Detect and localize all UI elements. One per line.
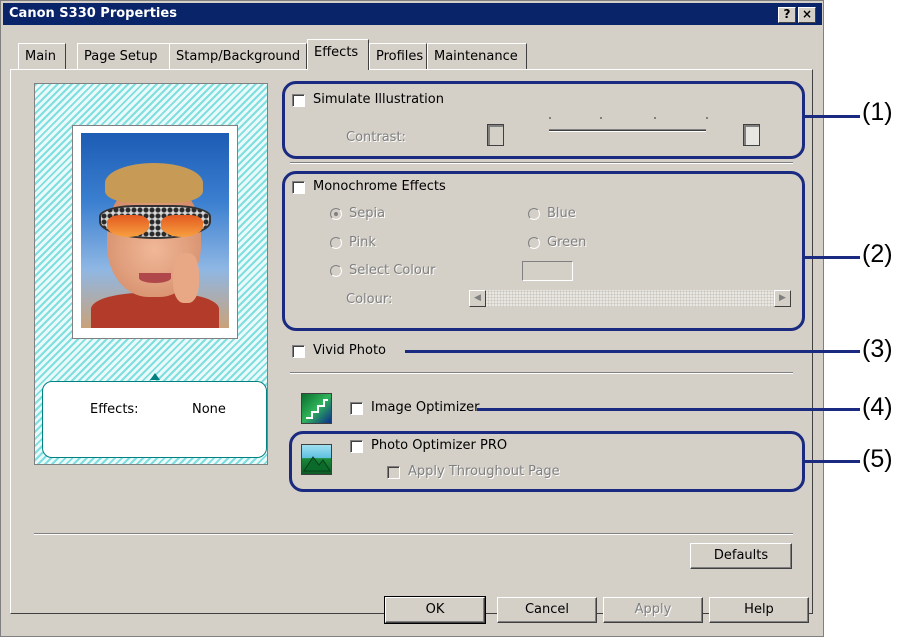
image-optimizer-checkbox[interactable] [350, 402, 363, 415]
effects-summary-label: Effects: [90, 402, 139, 417]
tab-stamp-background[interactable]: Stamp/Background [169, 43, 307, 69]
divider [290, 162, 793, 164]
cancel-button[interactable]: Cancel [497, 597, 597, 623]
callout-label-2: (2) [862, 240, 893, 268]
callout-box-2 [282, 171, 805, 331]
callout-label-3: (3) [862, 335, 893, 363]
callout-label-4: (4) [862, 393, 893, 421]
tab-profiles[interactable]: Profiles [369, 43, 427, 69]
window-title: Canon S330 Properties [9, 6, 177, 21]
tab-effects[interactable]: Effects [307, 39, 369, 70]
callout-leader-3 [405, 350, 860, 353]
callout-label-1: (1) [862, 98, 893, 126]
tab-maintenance[interactable]: Maintenance [427, 43, 527, 69]
effects-summary-value: None [192, 402, 226, 417]
apply-button[interactable]: Apply [603, 597, 703, 623]
callout-label-5: (5) [862, 445, 893, 473]
callout-leader-5 [805, 460, 860, 463]
divider [34, 533, 793, 535]
callout-leader-2 [805, 256, 860, 259]
callout-leader-1 [805, 115, 860, 118]
callout-leader-4 [477, 408, 860, 411]
callout-box-5 [289, 431, 805, 492]
preview-pointer [150, 373, 160, 380]
close-icon[interactable]: × [798, 7, 816, 23]
image-optimizer-icon [301, 393, 332, 424]
defaults-button[interactable]: Defaults [690, 543, 792, 569]
preview-photo [81, 133, 229, 328]
image-optimizer-label: Image Optimizer [371, 400, 480, 415]
vivid-photo-label: Vivid Photo [313, 343, 386, 358]
callout-box-1 [282, 81, 805, 159]
help-icon[interactable]: ? [778, 7, 796, 23]
vivid-photo-checkbox[interactable] [292, 345, 305, 358]
effects-summary-box: Effects: None [42, 381, 267, 458]
tab-main[interactable]: Main [18, 43, 66, 69]
tab-page-setup[interactable]: Page Setup [77, 43, 170, 69]
ok-button[interactable]: OK [384, 596, 486, 624]
help-button[interactable]: Help [709, 597, 809, 623]
title-bar: Canon S330 Properties ? × [3, 3, 822, 25]
divider [290, 372, 793, 374]
